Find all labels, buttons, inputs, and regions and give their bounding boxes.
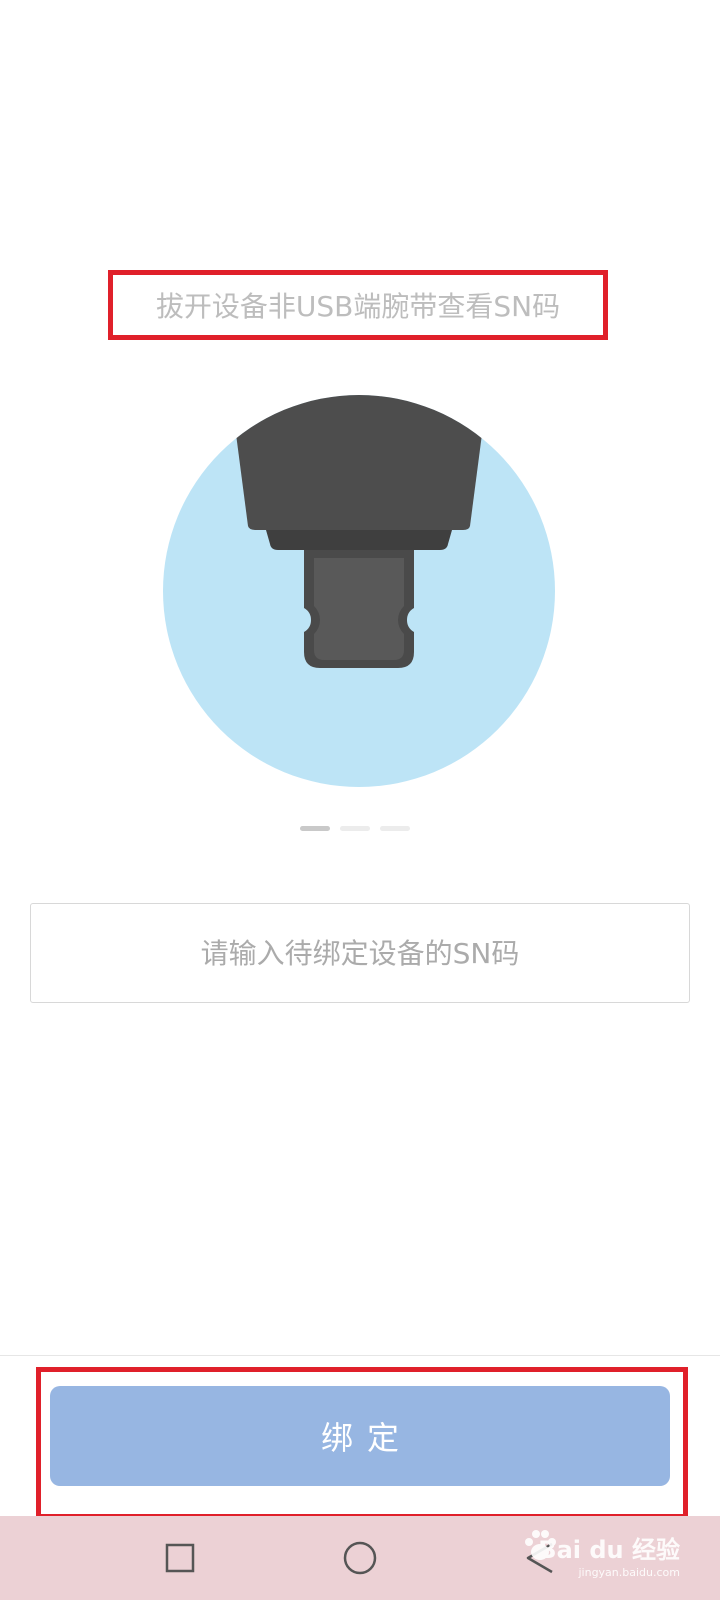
device-illustration	[163, 395, 555, 787]
home-button[interactable]	[330, 1528, 390, 1588]
watermark-brand: Bai du 经验	[538, 1536, 680, 1564]
watermark-url: jingyan.baidu.com	[578, 1566, 680, 1579]
circle-icon	[343, 1541, 377, 1575]
sn-code-input[interactable]	[30, 903, 690, 1003]
pager-dot	[380, 826, 410, 831]
pager-indicator	[300, 826, 420, 832]
square-icon	[165, 1543, 195, 1573]
instruction-text: 拔开设备非USB端腕带查看SN码	[155, 290, 561, 323]
recent-apps-button[interactable]	[150, 1528, 210, 1588]
bind-button[interactable]: 绑定	[50, 1386, 670, 1486]
pager-dot	[340, 826, 370, 831]
bottom-divider	[0, 1355, 720, 1356]
pager-dot-active	[300, 826, 330, 831]
instruction-highlight-frame: 拔开设备非USB端腕带查看SN码	[108, 270, 608, 340]
baidu-watermark: Bai du 经验 jingyan.baidu.com	[520, 1530, 680, 1590]
